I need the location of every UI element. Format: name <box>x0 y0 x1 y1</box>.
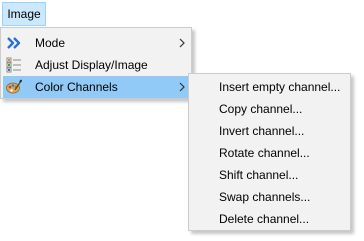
menubar-image-label: Image <box>7 7 41 21</box>
menu-item-color-channels-label: Color Channels <box>35 80 118 94</box>
menu-item-adjust-display-label: Adjust Display/Image <box>35 58 148 72</box>
submenu-item-label: Copy channel... <box>219 102 303 116</box>
screen: Image Mode Adjust Display/Image Color Ch… <box>0 0 364 241</box>
menubar-image[interactable]: Image <box>2 2 46 26</box>
adjust-list-icon <box>6 57 21 73</box>
submenu-arrow-icon <box>179 82 185 92</box>
menu-item-color-channels[interactable]: Color Channels <box>3 76 189 98</box>
submenu-item-shift-channel[interactable]: Shift channel... <box>191 164 348 186</box>
submenu-item-copy-channel[interactable]: Copy channel... <box>191 98 348 120</box>
submenu-item-swap-channels[interactable]: Swap channels... <box>191 186 348 208</box>
submenu-item-label: Swap channels... <box>219 190 311 204</box>
submenu-item-label: Rotate channel... <box>219 146 310 160</box>
menu-item-adjust-display[interactable]: Adjust Display/Image <box>3 54 189 76</box>
submenu-item-insert-empty-channel[interactable]: Insert empty channel... <box>191 76 348 98</box>
submenu-item-label: Shift channel... <box>219 168 299 182</box>
submenu-item-label: Insert empty channel... <box>219 80 341 94</box>
submenu-item-label: Invert channel... <box>219 124 305 138</box>
submenu-item-delete-channel[interactable]: Delete channel... <box>191 208 348 230</box>
color-channels-submenu: Insert empty channel... Copy channel... … <box>188 73 351 231</box>
menu-item-mode[interactable]: Mode <box>3 32 189 54</box>
submenu-item-invert-channel[interactable]: Invert channel... <box>191 120 348 142</box>
submenu-item-label: Delete channel... <box>219 212 310 226</box>
submenu-arrow-icon <box>179 38 185 48</box>
image-menu: Mode Adjust Display/Image Color Channels <box>0 27 192 99</box>
double-chevron-right-icon <box>7 37 21 49</box>
palette-icon <box>6 79 22 94</box>
menu-item-mode-label: Mode <box>35 36 66 50</box>
submenu-item-rotate-channel[interactable]: Rotate channel... <box>191 142 348 164</box>
